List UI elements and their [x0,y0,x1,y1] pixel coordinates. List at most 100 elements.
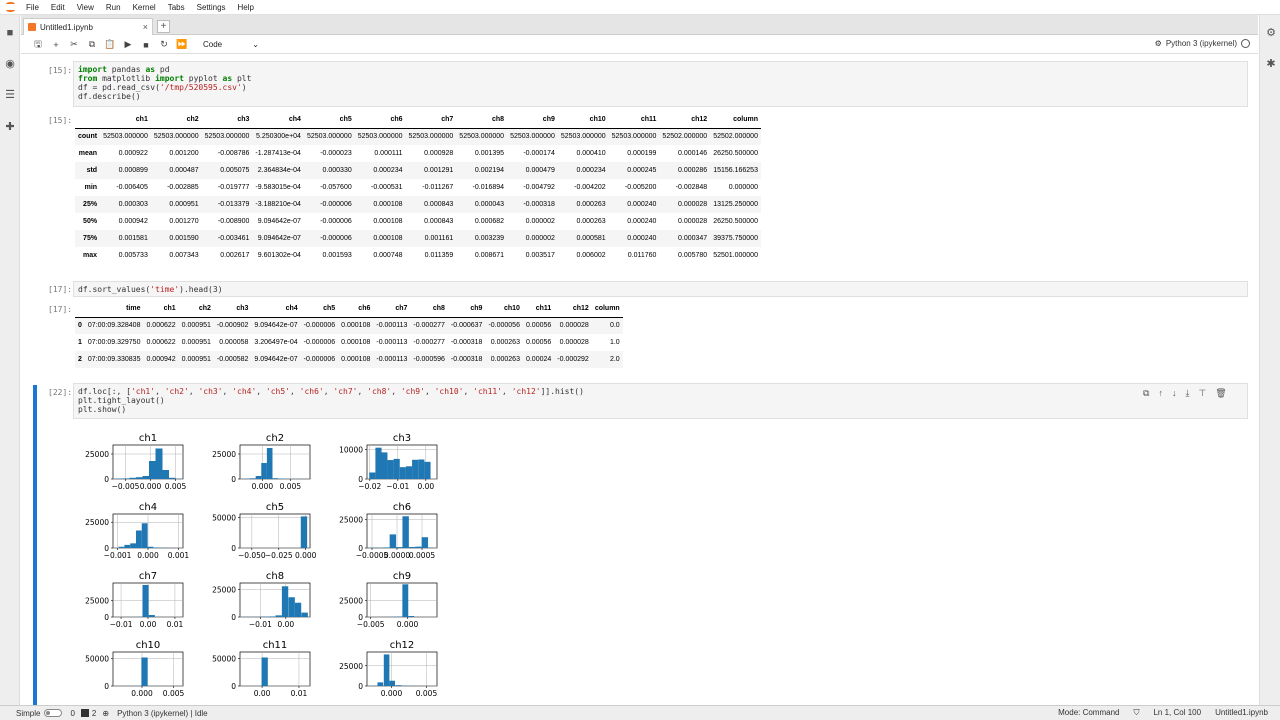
folder-icon[interactable]: ■ [4,27,16,39]
code-input[interactable]: df.loc[:, ['ch1', 'ch2', 'ch3', 'ch4', '… [73,383,1248,419]
histogram-bar [408,616,415,617]
table-cell: 0.000146 [678,150,708,157]
row-label: 75% [83,235,98,242]
menu-view[interactable]: View [71,0,100,15]
tab-untitled1[interactable]: Untitled1.ipynb × [23,18,153,35]
move-up-icon[interactable]: ↑ [1158,388,1163,399]
histogram-ch9: ch9−0.005 0.000025000 [339,571,438,629]
duplicate-icon[interactable]: ⧉ [1143,388,1149,399]
x-tick-label: −0.050 [238,551,266,560]
table-cell: 0.0 [609,322,620,330]
table-cell: -0.000113 [376,322,408,330]
kernel-indicator[interactable]: ⚙ Python 3 (ipykernel) [1155,39,1250,48]
code-input[interactable]: df.sort_values('time').head(3) [73,281,1248,297]
insert-above-icon[interactable]: ⤓ [1185,388,1189,399]
plot-frame [366,582,438,618]
paste-icon[interactable]: 📋 [101,39,119,50]
y-tick-label: 25000 [339,516,363,525]
insert-below-icon[interactable]: ⊤ [1198,388,1206,399]
toc-icon[interactable]: ☰ [4,89,16,101]
menu-file[interactable]: File [20,0,45,15]
menu-tabs[interactable]: Tabs [162,0,191,15]
table-cell: 0.000487 [169,167,199,174]
input-prompt: [15]: [48,66,73,75]
row-label: std [86,167,98,174]
column-header: ch1 [100,111,151,129]
plot-frame [239,651,311,687]
table-cell: 13125.250000 [713,201,758,208]
table-cell: 5.250300e+04 [255,133,301,141]
table-cell: 0.000263 [490,356,520,363]
code-line: plt.show() [78,405,1243,414]
table-cell: -0.004792 [523,184,555,191]
menu-kernel[interactable]: Kernel [127,0,162,15]
menu-settings[interactable]: Settings [191,0,232,15]
column-header: ch11 [608,111,660,129]
delete-icon[interactable]: 🗑 [1215,388,1226,399]
new-tab-button[interactable]: + [157,20,170,33]
cursor-position[interactable]: Ln 1, Col 100 [1153,708,1201,718]
menu-run[interactable]: Run [100,0,127,15]
code-token: 'ch9' [400,387,425,396]
table-cell: 0.000951 [181,322,211,330]
cell-type-select[interactable]: Code ⌄ [203,40,259,49]
x-tick-label: 0.0000 [384,551,410,560]
table-cell: 0.001161 [424,235,454,242]
y-tick-label: 0 [231,682,236,691]
cell-type-value: Code [203,40,223,49]
menu-help[interactable]: Help [232,0,260,15]
table-cell: -0.000006 [303,339,336,346]
table-cell: -0.000174 [523,150,555,157]
extension-icon[interactable]: ✚ [4,121,16,133]
code-token: , [463,387,474,396]
table-cell: 0.003239 [474,235,505,242]
add-cell-icon[interactable]: + [47,40,65,50]
column-header: ch3 [201,111,253,129]
running-icon[interactable]: ◉ [4,58,16,70]
menu-edit[interactable]: Edit [45,0,71,15]
histogram-ch7: ch7 −0.01 0.00 0.01 0 25000 [85,571,183,629]
histogram-title: ch10 [136,640,161,651]
property-inspector-icon[interactable]: ⚙ [1265,27,1277,39]
table-cell: 0.001200 [169,150,199,157]
histogram-bar [301,612,308,617]
histogram-title: ch5 [266,502,284,513]
code-token: plt.tight_layout() [78,396,165,405]
table-cell: 52503.000000 [510,133,555,141]
cut-icon[interactable]: ✂ [65,39,83,50]
kernel-status[interactable]: Python 3 (ipykernel) | Idle [117,709,208,718]
table-cell: 52503.000000 [611,133,657,141]
table-cell: -0.019777 [217,184,250,191]
stop-icon[interactable]: ■ [137,40,155,50]
code-input[interactable]: import pandas as pd from matplotlib impor… [73,61,1248,107]
file-name: Untitled1.ipynb [1215,708,1268,717]
restart-icon[interactable]: ↻ [155,39,173,50]
y-tick-label: 10000 [339,445,363,454]
copy-icon[interactable]: ⧉ [83,39,101,50]
code-token: 'ch7' [333,387,358,396]
histogram-bar [149,461,156,479]
table-row: count 52503.000000 52503.000000 52503.00000… [75,128,761,145]
y-tick-label: 50000 [212,655,236,664]
table-cell: 0.011760 [627,252,657,259]
code-token: 'ch11' [473,387,503,396]
save-icon[interactable]: 🖫 [29,37,47,53]
table-cell: 07:00:09.328408 [87,322,141,330]
histogram-bar [250,478,256,479]
close-icon[interactable]: × [143,22,148,32]
table-cell: 0.000951 [181,339,211,346]
debugger-icon[interactable]: ✱ [1265,58,1277,70]
move-down-icon[interactable]: ↓ [1172,388,1177,399]
fast-forward-icon[interactable]: ⏩ [173,39,191,50]
row-index: 2 [78,356,82,363]
histogram-bar [415,546,422,548]
table-cell: 52501.000000 [713,252,758,259]
table-cell: 3.206497e-04 [254,339,298,346]
column-header: ch6 [338,300,374,318]
simple-mode-toggle[interactable] [44,709,63,717]
plot-frame [112,444,184,480]
table-cell: 0.001593 [322,252,352,259]
run-icon[interactable]: ▶ [119,39,137,50]
plot-frame [239,444,311,480]
table-cell: 0.000410 [576,150,606,157]
